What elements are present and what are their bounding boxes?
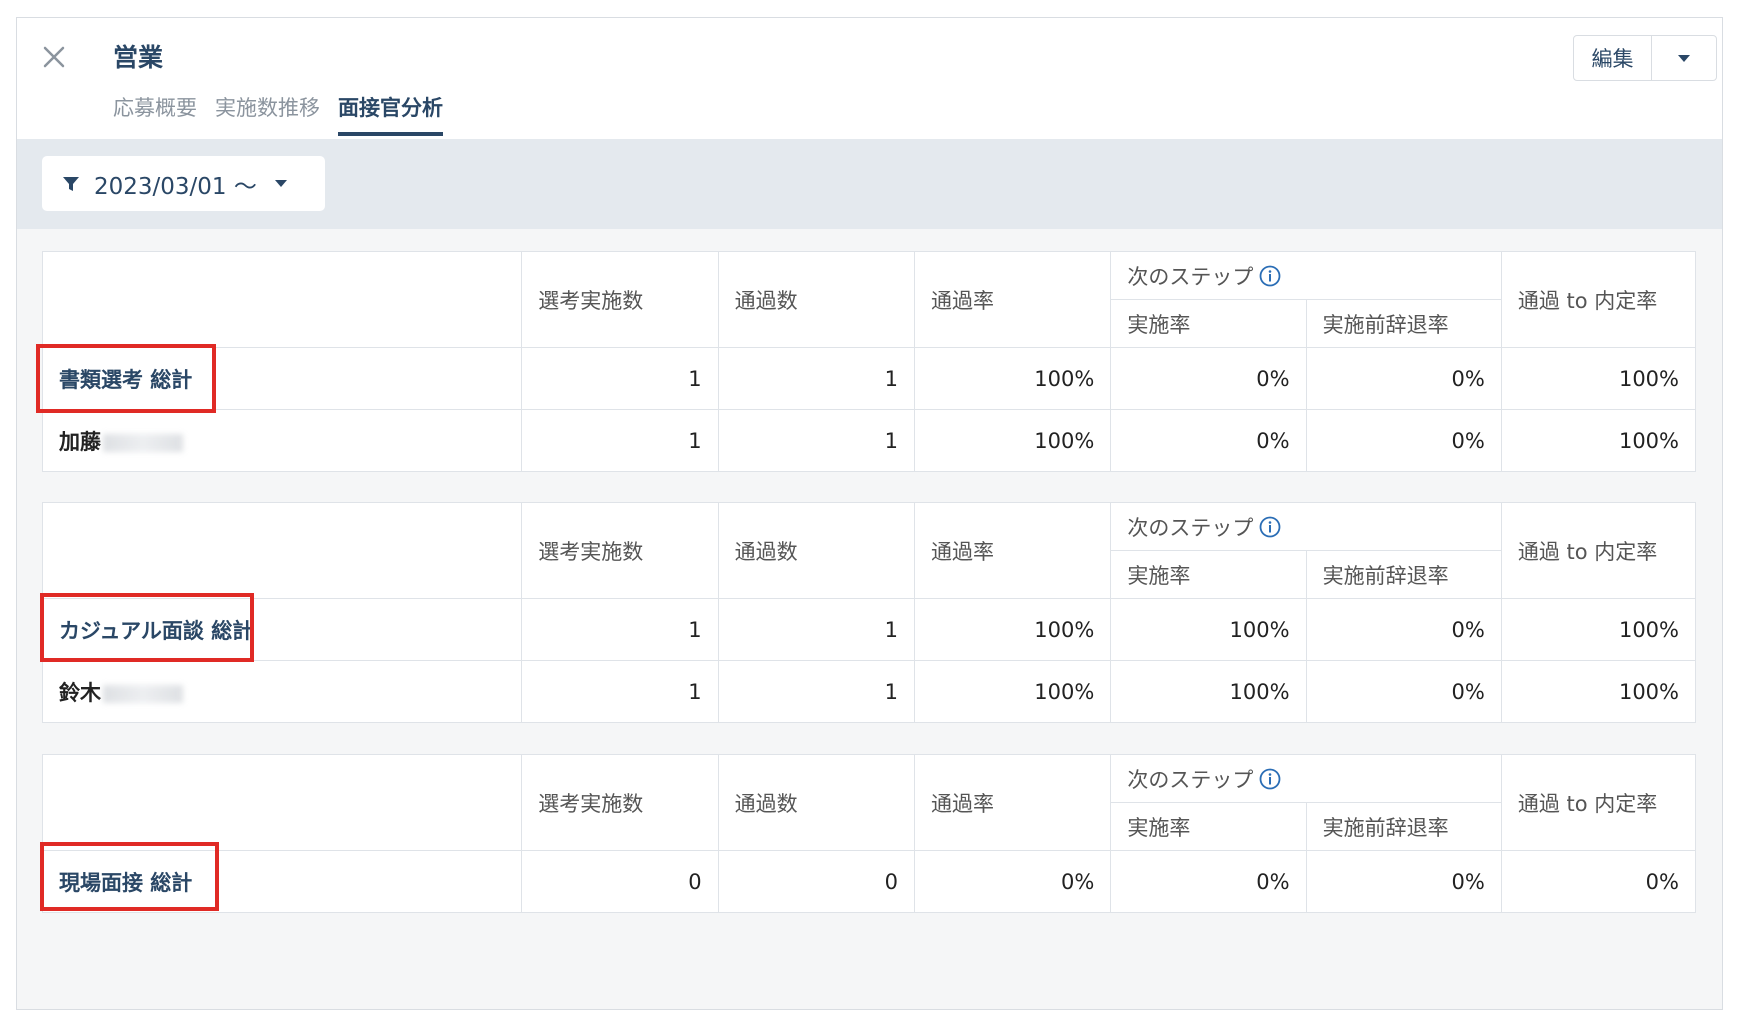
stage-total-name[interactable]: 現場面接 総計	[41, 850, 523, 913]
empty-header-cell	[41, 754, 523, 851]
total-value: 0%	[913, 850, 1112, 913]
interviewer-value: 1	[717, 409, 915, 472]
col-header-passed: 通過数	[717, 251, 915, 348]
total-value: 0%	[1500, 850, 1697, 913]
interviewer-value: 100%	[1110, 660, 1307, 723]
info-icon[interactable]	[1259, 265, 1281, 287]
col-header-pass-rate: 通過率	[913, 754, 1112, 851]
total-value: 1	[521, 598, 719, 661]
total-value: 1	[717, 598, 915, 661]
interviewer-value: 100%	[913, 660, 1112, 723]
total-value: 1	[521, 347, 719, 410]
interviewer-value: 0%	[1305, 409, 1502, 472]
col-header-conducted: 選考実施数	[521, 502, 719, 599]
next-step-label: 次のステップ	[1127, 515, 1254, 540]
total-value: 100%	[1110, 598, 1307, 661]
info-icon[interactable]	[1259, 768, 1281, 790]
page-title: 営業	[113, 43, 164, 72]
interviewer-value: 100%	[1500, 660, 1697, 723]
total-value: 100%	[1500, 598, 1697, 661]
col-header-offer-rate: 通過 to 内定率	[1500, 502, 1697, 599]
col-header-passed: 通過数	[717, 502, 915, 599]
filter-icon	[63, 176, 79, 191]
date-filter-label: 2023/03/01 〜	[94, 173, 257, 200]
total-row: 現場面接 総計 0 0 0% 0% 0% 0%	[41, 850, 1697, 913]
tab-interviewer-analysis[interactable]: 面接官分析	[338, 92, 443, 136]
total-value: 0%	[1110, 347, 1307, 410]
total-row: 書類選考 総計 1 1 100% 0% 0% 100%	[41, 347, 1697, 410]
stage-total-name[interactable]: 書類選考 総計	[41, 347, 523, 410]
total-value: 0	[717, 850, 915, 913]
interviewer-value: 1	[717, 660, 915, 723]
close-icon[interactable]	[39, 42, 69, 72]
col-header-offer-rate: 通過 to 内定率	[1500, 754, 1697, 851]
total-value: 100%	[913, 598, 1112, 661]
total-value: 100%	[1500, 347, 1697, 410]
interviewer-value: 100%	[913, 409, 1112, 472]
col-header-decline-rate: 実施前辞退率	[1305, 299, 1502, 348]
stage-table: 選考実施数 通過数 通過率 次のステップ 通過 to 内定率 実施率 実施前辞退率書類選考 …	[41, 251, 1697, 472]
date-filter-button[interactable]: 2023/03/01 〜	[42, 156, 325, 211]
col-header-decline-rate: 実施前辞退率	[1305, 802, 1502, 851]
col-header-exec-rate: 実施率	[1110, 802, 1307, 851]
col-header-passed: 通過数	[717, 754, 915, 851]
stage-table: 選考実施数 通過数 通過率 次のステップ 通過 to 内定率 実施率 実施前辞退率 現場面接 …	[41, 754, 1697, 913]
interviewer-value: 0%	[1305, 660, 1502, 723]
col-header-offer-rate: 通過 to 内定率	[1500, 251, 1697, 348]
interviewer-row: 鈴木 1 1 100% 100% 0% 100%	[41, 660, 1697, 723]
total-value: 1	[717, 347, 915, 410]
next-step-label: 次のステップ	[1127, 264, 1254, 289]
interviewer-name-cell: 鈴木	[41, 660, 523, 723]
tab-application-overview[interactable]: 応募概要	[113, 92, 197, 136]
col-header-next-step: 次のステップ	[1110, 502, 1502, 551]
empty-header-cell	[41, 251, 523, 348]
redacted-text	[103, 433, 183, 452]
total-row: カジュアル面談 総計 1 1 100% 100% 0% 100%	[41, 598, 1697, 661]
interviewer-value: 1	[521, 409, 719, 472]
total-value: 0%	[1110, 850, 1307, 913]
caret-down-icon	[1678, 54, 1690, 62]
col-header-pass-rate: 通過率	[913, 502, 1112, 599]
interviewer-value: 0%	[1110, 409, 1307, 472]
col-header-conducted: 選考実施数	[521, 754, 719, 851]
edit-dropdown-button[interactable]	[1652, 36, 1716, 80]
col-header-conducted: 選考実施数	[521, 251, 719, 348]
col-header-next-step: 次のステップ	[1110, 251, 1502, 300]
interviewer-name: 加藤	[59, 429, 101, 454]
tab-bar: 応募概要 実施数推移 面接官分析	[113, 92, 443, 136]
col-header-next-step: 次のステップ	[1110, 754, 1502, 803]
interviewer-row: 加藤 1 1 100% 0% 0% 100%	[41, 409, 1697, 472]
interviewer-value: 100%	[1500, 409, 1697, 472]
empty-header-cell	[41, 502, 523, 599]
caret-down-icon	[274, 180, 287, 187]
info-icon[interactable]	[1259, 516, 1281, 538]
stage-total-name[interactable]: カジュアル面談 総計	[41, 598, 523, 661]
total-value: 0%	[1305, 850, 1502, 913]
col-header-exec-rate: 実施率	[1110, 299, 1307, 348]
interviewer-name: 鈴木	[59, 680, 101, 705]
analysis-panel: 営業 応募概要 実施数推移 面接官分析 編集 2023/03/01 〜 選考実施…	[16, 17, 1723, 1010]
interviewer-name-cell: 加藤	[41, 409, 523, 472]
total-value: 0%	[1305, 347, 1502, 410]
tab-count-trend[interactable]: 実施数推移	[215, 92, 320, 136]
total-value: 100%	[913, 347, 1112, 410]
filter-bar: 2023/03/01 〜	[17, 139, 1722, 229]
total-value: 0	[521, 850, 719, 913]
redacted-text	[103, 684, 183, 703]
analysis-content: 選考実施数 通過数 通過率 次のステップ 通過 to 内定率 実施率 実施前辞退率 書類選考 …	[17, 229, 1722, 1009]
interviewer-value: 1	[521, 660, 719, 723]
edit-button[interactable]: 編集	[1574, 36, 1652, 80]
col-header-exec-rate: 実施率	[1110, 550, 1307, 599]
stage-table: 選考実施数 通過数 通過率 次のステップ 通過 to 内定率 実施率 実施前辞退率カジュアル…	[41, 502, 1697, 723]
col-header-decline-rate: 実施前辞退率	[1305, 550, 1502, 599]
col-header-pass-rate: 通過率	[913, 251, 1112, 348]
next-step-label: 次のステップ	[1127, 767, 1254, 792]
edit-button-group: 編集	[1573, 35, 1717, 81]
total-value: 0%	[1305, 598, 1502, 661]
